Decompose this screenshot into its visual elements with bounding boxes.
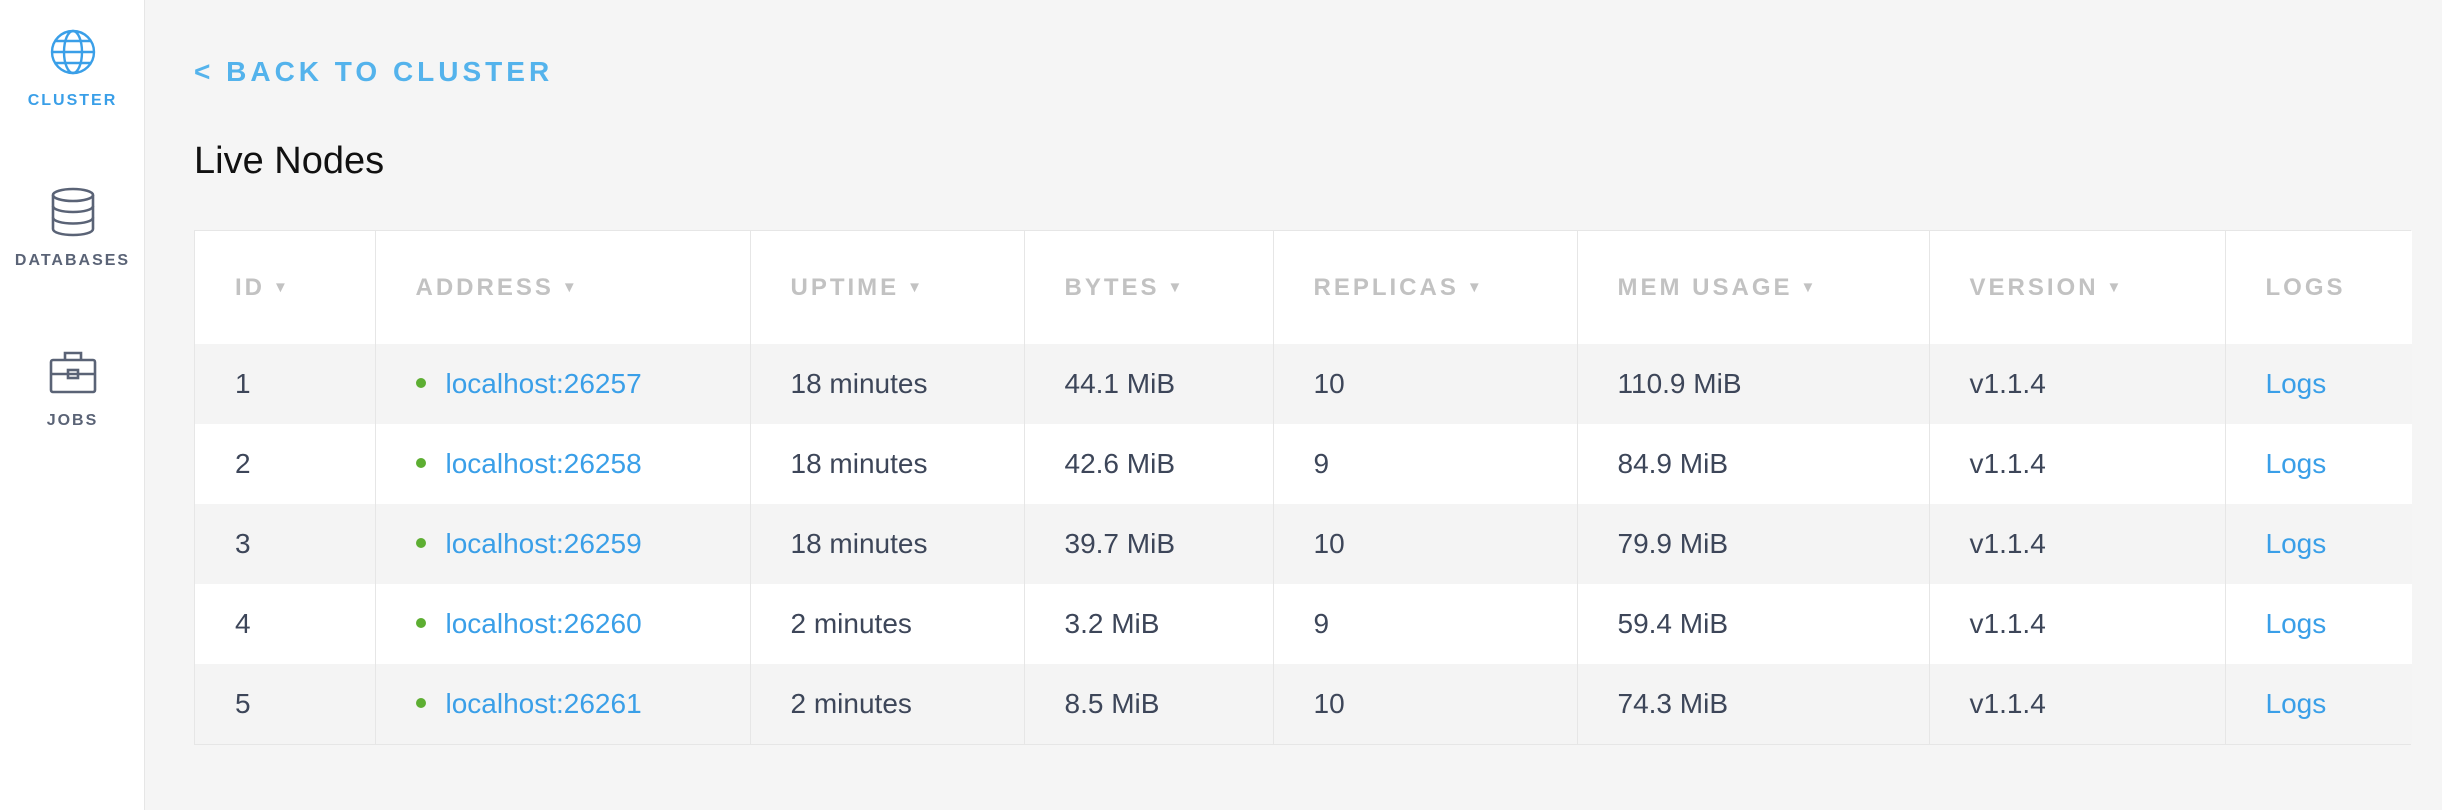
table-row: 2 localhost:26258 18 minutes 42.6 MiB 9 … (195, 424, 2412, 504)
cell-mem-usage: 84.9 MiB (1576, 424, 1929, 504)
cell-address: localhost:26260 (374, 584, 750, 664)
cell-address: localhost:26259 (374, 504, 750, 584)
node-address-link[interactable]: localhost:26257 (446, 368, 642, 399)
column-header-uptime[interactable]: UPTIME ▼ (749, 231, 1024, 344)
column-header-id[interactable]: ID ▼ (195, 231, 375, 344)
node-address-link[interactable]: localhost:26261 (446, 688, 642, 719)
sidebar-item-label: JOBS (46, 412, 99, 429)
live-nodes-table: ID ▼ ADDRESS ▼ UPTIME ▼ BYTES ▼ REPLICAS ▼ ME… (195, 231, 2412, 744)
cell-uptime: 18 minutes (749, 344, 1024, 424)
cell-uptime: 2 minutes (749, 584, 1024, 664)
cell-logs: Logs (2224, 504, 2412, 584)
cell-uptime: 18 minutes (749, 424, 1024, 504)
database-icon (51, 187, 94, 237)
cell-bytes: 39.7 MiB (1023, 504, 1273, 584)
cell-id: 1 (195, 344, 375, 424)
live-status-dot-icon (415, 618, 426, 628)
cell-address: localhost:26258 (374, 424, 750, 504)
cell-address: localhost:26257 (374, 344, 750, 424)
sort-arrow-icon: ▼ (907, 278, 923, 296)
column-header-label: UPTIME (790, 273, 900, 301)
node-address-link[interactable]: localhost:26260 (446, 608, 642, 639)
live-status-dot-icon (415, 378, 426, 388)
cell-logs: Logs (2224, 344, 2412, 424)
cell-replicas: 10 (1272, 504, 1577, 584)
cell-address: localhost:26261 (374, 664, 750, 744)
column-header-bytes[interactable]: BYTES ▼ (1023, 231, 1273, 344)
globe-icon (50, 29, 95, 75)
cell-id: 2 (195, 424, 375, 504)
logs-link[interactable]: Logs (2266, 448, 2327, 479)
cell-bytes: 42.6 MiB (1023, 424, 1273, 504)
live-status-dot-icon (415, 698, 426, 708)
cell-mem-usage: 59.4 MiB (1576, 584, 1929, 664)
cell-bytes: 8.5 MiB (1023, 664, 1273, 744)
live-status-dot-icon (415, 458, 426, 468)
cell-mem-usage: 74.3 MiB (1576, 664, 1929, 744)
column-header-label: VERSION (1969, 273, 2099, 301)
cell-id: 4 (195, 584, 375, 664)
cell-bytes: 3.2 MiB (1023, 584, 1273, 664)
node-address-link[interactable]: localhost:26259 (446, 528, 642, 559)
sort-arrow-icon: ▼ (1167, 278, 1183, 296)
logs-link[interactable]: Logs (2266, 688, 2327, 719)
briefcase-icon (49, 351, 96, 394)
sort-arrow-icon: ▼ (561, 278, 577, 296)
node-address-link[interactable]: localhost:26258 (446, 448, 642, 479)
cell-id: 5 (195, 664, 375, 744)
app-root: CLUSTER DATABASES JOBS < BACK TO CLUSTER… (0, 0, 2442, 810)
cell-replicas: 9 (1272, 424, 1577, 504)
column-header-label: REPLICAS (1313, 273, 1459, 301)
cell-replicas: 10 (1272, 664, 1577, 744)
table-row: 4 localhost:26260 2 minutes 3.2 MiB 9 59… (195, 584, 2412, 664)
logs-link[interactable]: Logs (2266, 608, 2327, 639)
table-row: 3 localhost:26259 18 minutes 39.7 MiB 10… (195, 504, 2412, 584)
table-row: 5 localhost:26261 2 minutes 8.5 MiB 10 7… (195, 664, 2412, 744)
cell-mem-usage: 110.9 MiB (1576, 344, 1929, 424)
logs-link[interactable]: Logs (2266, 368, 2327, 399)
page-title: Live Nodes (194, 140, 385, 182)
column-header-replicas[interactable]: REPLICAS ▼ (1272, 231, 1577, 344)
sort-arrow-icon: ▼ (1800, 278, 1816, 296)
cell-version: v1.1.4 (1928, 424, 2225, 504)
cell-version: v1.1.4 (1928, 504, 2225, 584)
table-header-row: ID ▼ ADDRESS ▼ UPTIME ▼ BYTES ▼ REPLICAS ▼ ME… (195, 231, 2412, 344)
cell-uptime: 2 minutes (749, 664, 1024, 744)
column-header-label: LOGS (2265, 273, 2346, 301)
cell-version: v1.1.4 (1928, 344, 2225, 424)
column-header-version[interactable]: VERSION ▼ (1928, 231, 2225, 344)
sidebar-item-databases[interactable]: DATABASES (0, 186, 145, 306)
sort-arrow-icon: ▼ (2106, 278, 2122, 296)
cell-version: v1.1.4 (1928, 664, 2225, 744)
cell-version: v1.1.4 (1928, 584, 2225, 664)
sidebar-item-jobs[interactable]: JOBS (0, 346, 145, 466)
cell-logs: Logs (2224, 584, 2412, 664)
column-header-label: BYTES (1064, 273, 1160, 301)
cell-mem-usage: 79.9 MiB (1576, 504, 1929, 584)
cell-id: 3 (195, 504, 375, 584)
logs-link[interactable]: Logs (2266, 528, 2327, 559)
cell-logs: Logs (2224, 424, 2412, 504)
cell-uptime: 18 minutes (749, 504, 1024, 584)
cell-logs: Logs (2224, 664, 2412, 744)
nodes-table-container: ID ▼ ADDRESS ▼ UPTIME ▼ BYTES ▼ REPLICAS ▼ ME… (194, 230, 2412, 745)
sidebar: CLUSTER DATABASES JOBS (0, 0, 145, 810)
sort-arrow-icon: ▼ (273, 278, 288, 296)
column-header-label: MEM USAGE (1617, 273, 1793, 301)
column-header-label: ADDRESS (415, 273, 554, 301)
column-header-label: ID (235, 273, 265, 301)
cell-replicas: 9 (1272, 584, 1577, 664)
sidebar-item-label: CLUSTER (27, 92, 118, 109)
sidebar-item-label: DATABASES (14, 252, 131, 269)
column-header-logs: LOGS (2224, 231, 2412, 344)
sidebar-item-cluster[interactable]: CLUSTER (0, 26, 145, 146)
cell-bytes: 44.1 MiB (1023, 344, 1273, 424)
sort-arrow-icon: ▼ (1466, 278, 1482, 296)
column-header-mem-usage[interactable]: MEM USAGE ▼ (1576, 231, 1929, 344)
back-to-cluster-link[interactable]: < BACK TO CLUSTER (194, 56, 553, 88)
table-row: 1 localhost:26257 18 minutes 44.1 MiB 10… (195, 344, 2412, 424)
live-status-dot-icon (415, 538, 426, 548)
column-header-address[interactable]: ADDRESS ▼ (374, 231, 750, 344)
cell-replicas: 10 (1272, 344, 1577, 424)
